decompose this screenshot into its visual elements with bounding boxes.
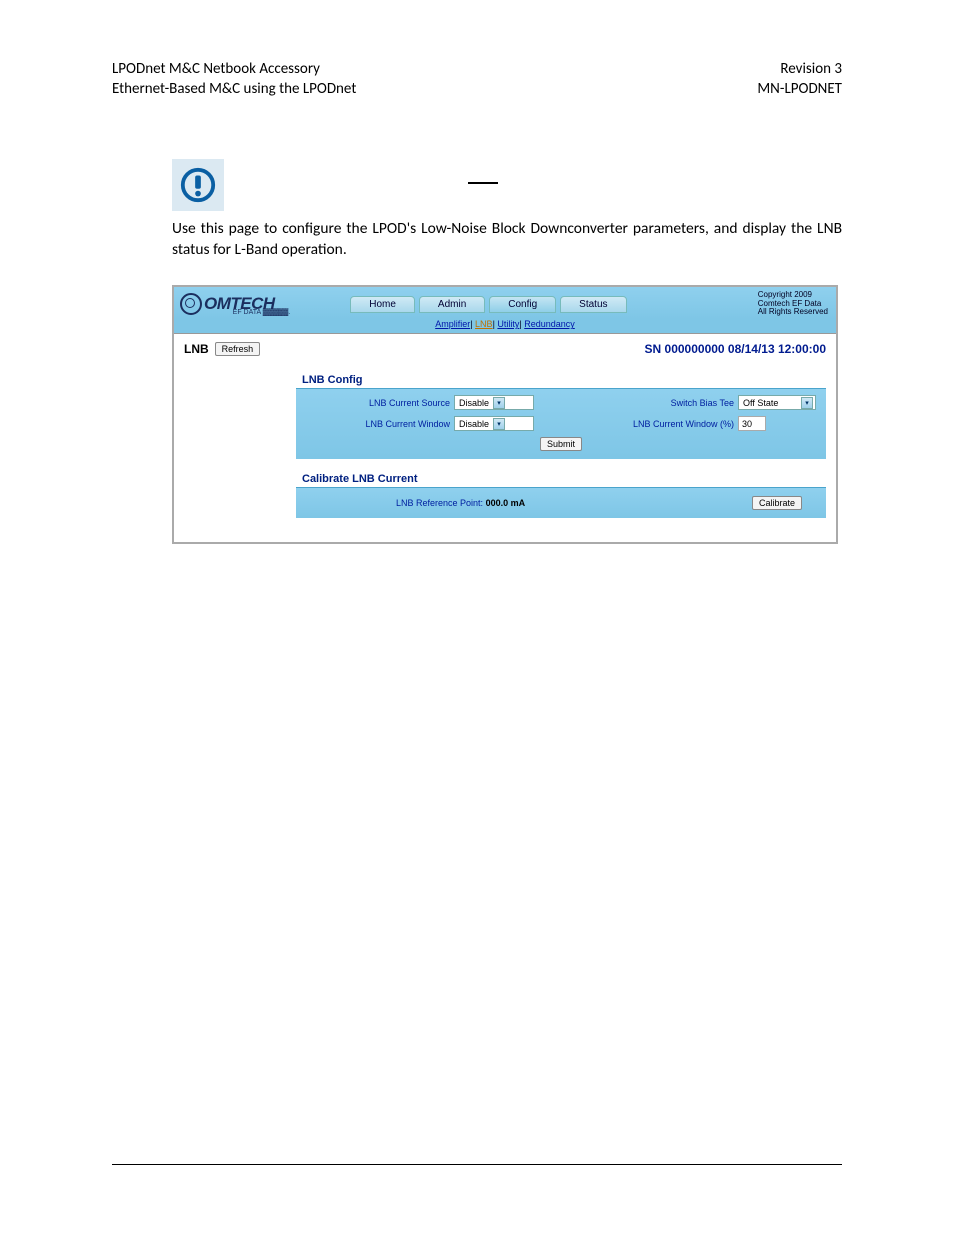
calibrate-button[interactable]: Calibrate (752, 496, 802, 510)
header-left-line1: LPODnet M&C Netbook Accessory (112, 60, 356, 80)
header-right-line1: Revision 3 (757, 60, 842, 80)
lnb-current-source-label: LNB Current Source (304, 398, 454, 408)
dash-icon (468, 182, 498, 184)
tab-config[interactable]: Config (489, 296, 556, 313)
serial-number-line: SN 000000000 08/14/13 12:00:00 (645, 342, 826, 356)
panel-lnb-config-title: LNB Config (296, 372, 826, 389)
footer-rule (112, 1164, 842, 1165)
lnb-ref-point-label: LNB Reference Point: (396, 498, 483, 508)
lnb-current-window-pct-input[interactable] (738, 416, 766, 431)
subnav-lnb[interactable]: LNB (475, 319, 493, 329)
lnb-current-window-label: LNB Current Window (304, 419, 454, 429)
lnb-current-source-select[interactable]: Disable ▾ (454, 395, 534, 410)
intro-paragraph: Use this page to configure the LPOD's Lo… (172, 219, 842, 261)
subnav-redundancy[interactable]: Redundancy (524, 319, 575, 329)
copyright-block: Copyright 2009 Comtech EF Data All Right… (758, 291, 830, 317)
chevron-down-icon: ▾ (493, 418, 505, 430)
tab-status[interactable]: Status (560, 296, 626, 313)
copyright-line3: All Rights Reserved (758, 308, 828, 317)
document-header: LPODnet M&C Netbook Accessory Ethernet-B… (0, 0, 954, 99)
panel-calibrate-title: Calibrate LNB Current (296, 471, 826, 488)
config-page-screenshot: OMTECH EF DATA ▓▓▓▓▓. Home Admin Config … (172, 285, 838, 544)
switch-bias-tee-label: Switch Bias Tee (588, 398, 738, 408)
refresh-button[interactable]: Refresh (215, 342, 261, 356)
subnav-amplifier[interactable]: Amplifier (435, 319, 470, 329)
header-left-line2: Ethernet-Based M&C using the LPODnet (112, 80, 356, 100)
page-title: LNB (184, 342, 209, 356)
lnb-current-window-pct-label: LNB Current Window (%) (588, 419, 738, 429)
notice-icon (172, 159, 224, 211)
chevron-down-icon: ▾ (801, 397, 813, 409)
switch-bias-tee-select[interactable]: Off State ▾ (738, 395, 816, 410)
tab-home[interactable]: Home (350, 296, 415, 313)
lnb-ref-point-value: 000.0 mA (486, 498, 526, 508)
sub-nav: Amplifier| LNB| Utility| Redundancy (174, 319, 836, 334)
submit-button[interactable]: Submit (540, 437, 582, 451)
subnav-utility[interactable]: Utility (497, 319, 519, 329)
chevron-down-icon: ▾ (493, 397, 505, 409)
logo-subtext: EF DATA ▓▓▓▓▓. (233, 309, 291, 316)
brand-logo: OMTECH EF DATA ▓▓▓▓▓. (180, 293, 290, 316)
tab-admin[interactable]: Admin (419, 296, 485, 313)
header-right-line2: MN-LPODNET (757, 80, 842, 100)
lnb-current-window-select[interactable]: Disable ▾ (454, 416, 534, 431)
